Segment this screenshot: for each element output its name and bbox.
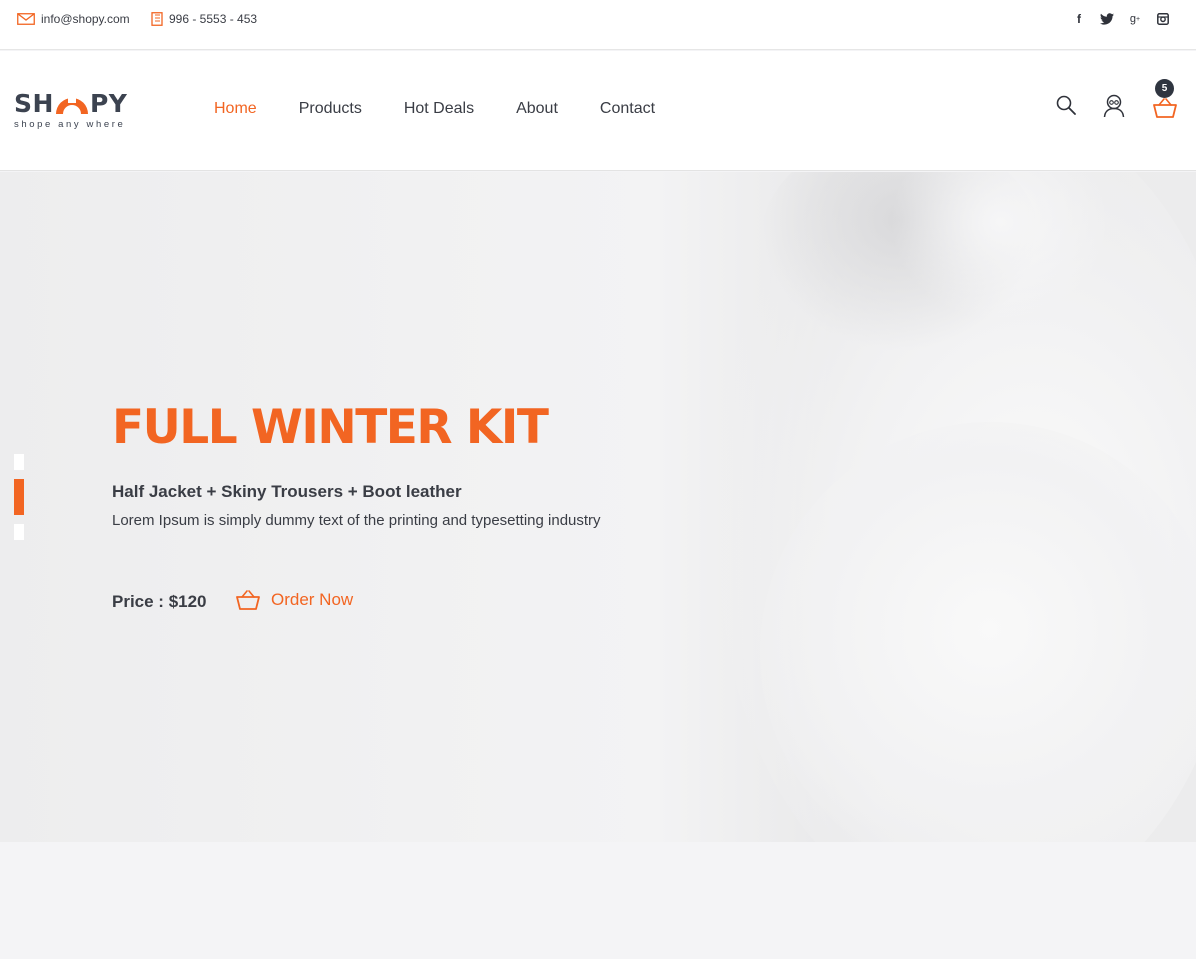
search-icon[interactable] [1056, 95, 1076, 115]
nav-hot-deals[interactable]: Hot Deals [404, 100, 474, 118]
nav-products[interactable]: Products [299, 100, 362, 118]
twitter-icon[interactable] [1100, 12, 1114, 26]
phone-contact[interactable]: 996 - 5553 - 453 [151, 12, 257, 26]
instagram-icon[interactable] [1156, 12, 1170, 26]
top-bar: info@shopy.com 996 - 5553 - 453 f g + [0, 0, 1196, 50]
main-header: SH PY shope any where Home Products Hot … [0, 51, 1196, 171]
nav-about[interactable]: About [516, 100, 558, 118]
logo-o-icon [54, 93, 90, 115]
hero-title: FULL WINTER KIT [112, 400, 549, 455]
hero-price: Price : $120 [112, 592, 207, 611]
email-contact[interactable]: info@shopy.com [17, 12, 130, 26]
hero-description: Lorem Ipsum is simply dummy text of the … [112, 512, 601, 529]
cart-icon[interactable] [1153, 98, 1177, 118]
facebook-icon[interactable]: f [1072, 12, 1086, 26]
phone-icon [151, 12, 163, 26]
hero-slider: FULL WINTER KIT Half Jacket + Skiny Trou… [0, 172, 1196, 842]
hero-subtitle: Half Jacket + Skiny Trousers + Boot leat… [112, 482, 462, 501]
google-plus-icon[interactable]: g + [1128, 12, 1142, 26]
slide-dot-2-active[interactable] [14, 479, 24, 515]
slider-pagination [14, 454, 24, 549]
cart-count-badge: 5 [1155, 79, 1174, 98]
logo-tagline: shope any where [14, 119, 126, 130]
order-now-label: Order Now [271, 590, 354, 609]
slide-dot-1[interactable] [14, 454, 24, 470]
envelope-icon [17, 13, 35, 25]
email-text: info@shopy.com [41, 12, 130, 26]
logo-right: PY [89, 89, 128, 118]
phone-text: 996 - 5553 - 453 [169, 12, 258, 26]
logo-wordmark: SH PY [14, 89, 136, 118]
logo[interactable]: SH PY shope any where [14, 89, 136, 134]
logo-left: SH [14, 89, 54, 118]
main-nav: Home Products Hot Deals About Contact [214, 100, 697, 118]
nav-contact[interactable]: Contact [600, 100, 655, 118]
order-now-button[interactable]: Order Now [236, 590, 353, 610]
slide-dot-3[interactable] [14, 524, 24, 540]
user-icon[interactable] [1103, 94, 1125, 118]
basket-icon [236, 590, 260, 610]
social-links: f g + [1072, 12, 1170, 26]
nav-home[interactable]: Home [214, 100, 257, 118]
